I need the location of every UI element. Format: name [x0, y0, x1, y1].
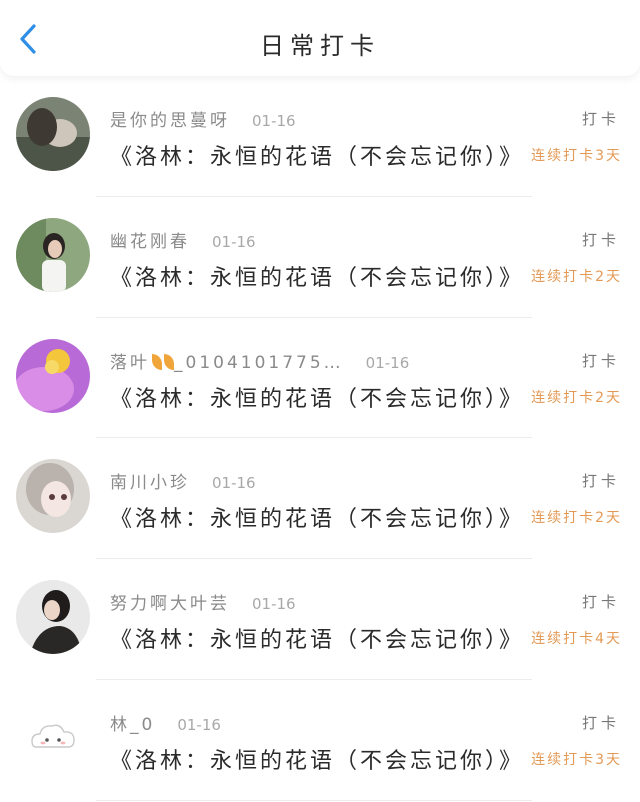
book-title[interactable]: 《洛林：永恒的花语（不会忘记你）》	[110, 139, 524, 171]
streak-label: 连续打卡4天	[531, 631, 622, 648]
checkin-button[interactable]: 打卡	[582, 108, 620, 129]
entry-meta: 幽花刚春 01-16	[110, 227, 256, 252]
streak-label: 连续打卡2天	[531, 510, 622, 527]
list-item[interactable]: 林_0 01-16 《洛林：永恒的花语（不会忘记你）》 打卡 连续打卡3天	[0, 680, 640, 801]
entry-meta: 落叶 _0104101775… 01-16	[110, 348, 410, 373]
entry-meta: 努力啊大叶芸 01-16	[110, 589, 296, 614]
username[interactable]: 落叶 _0104101775…	[110, 348, 344, 373]
checkin-button[interactable]: 打卡	[582, 712, 620, 733]
list-item[interactable]: 努力啊大叶芸 01-16 《洛林：永恒的花语（不会忘记你）》 打卡 连续打卡4天	[0, 559, 640, 680]
avatar[interactable]	[16, 580, 90, 655]
list-item[interactable]: 南川小珍 01-16 《洛林：永恒的花语（不会忘记你）》 打卡 连续打卡2天	[0, 438, 640, 560]
checkin-button[interactable]: 打卡	[582, 470, 620, 491]
avatar[interactable]	[16, 459, 90, 534]
checkin-button[interactable]: 打卡	[582, 591, 620, 612]
username[interactable]: 幽花刚春	[110, 227, 190, 252]
book-title[interactable]: 《洛林：永恒的花语（不会忘记你）》	[110, 743, 524, 775]
book-title[interactable]: 《洛林：永恒的花语（不会忘记你）》	[110, 501, 524, 533]
avatar[interactable]	[16, 700, 90, 775]
entry-date: 01-16	[212, 474, 256, 493]
streak-label: 连续打卡3天	[531, 751, 622, 768]
entry-date: 01-16	[252, 112, 296, 130]
book-title[interactable]: 《洛林：永恒的花语（不会忘记你）》	[110, 260, 524, 292]
avatar[interactable]	[16, 338, 90, 413]
checkin-list: 是你的思蔓呀 01-16 《洛林：永恒的花语（不会忘记你）》 打卡 连续打卡3天…	[0, 76, 640, 801]
username[interactable]: 林_0	[110, 710, 155, 735]
username[interactable]: 努力啊大叶芸	[110, 589, 230, 614]
entry-date: 01-16	[212, 232, 256, 251]
username[interactable]: 是你的思蔓呀	[110, 106, 230, 131]
entry-meta: 南川小珍 01-16	[110, 468, 256, 493]
book-title[interactable]: 《洛林：永恒的花语（不会忘记你）》	[110, 622, 524, 654]
avatar[interactable]	[16, 97, 90, 171]
checkin-button[interactable]: 打卡	[582, 350, 620, 371]
leaf-emoji-icon	[164, 353, 174, 370]
entry-meta: 林_0 01-16	[110, 710, 221, 735]
divider	[96, 799, 532, 801]
username[interactable]: 南川小珍	[110, 468, 190, 493]
list-item[interactable]: 是你的思蔓呀 01-16 《洛林：永恒的花语（不会忘记你）》 打卡 连续打卡3天	[0, 76, 640, 197]
entry-date: 01-16	[365, 353, 410, 372]
top-nav-bar: 日常打卡	[0, 0, 640, 76]
leaf-emoji-icon	[152, 353, 162, 370]
book-title[interactable]: 《洛林：永恒的花语（不会忘记你）》	[110, 381, 524, 413]
entry-date: 01-16	[177, 715, 221, 734]
streak-label: 连续打卡2天	[531, 268, 622, 285]
entry-date: 01-16	[252, 595, 296, 614]
page-title: 日常打卡	[260, 32, 380, 60]
streak-label: 连续打卡3天	[531, 148, 622, 164]
list-item[interactable]: 落叶 _0104101775… 01-16 《洛林：永恒的花语（不会忘记你）》 打…	[0, 318, 640, 439]
list-item[interactable]: 幽花刚春 01-16 《洛林：永恒的花语（不会忘记你）》 打卡 连续打卡2天	[0, 197, 640, 318]
avatar[interactable]	[16, 217, 90, 292]
entry-meta: 是你的思蔓呀 01-16	[110, 106, 296, 131]
streak-label: 连续打卡2天	[531, 389, 622, 406]
checkin-button[interactable]: 打卡	[582, 229, 620, 250]
